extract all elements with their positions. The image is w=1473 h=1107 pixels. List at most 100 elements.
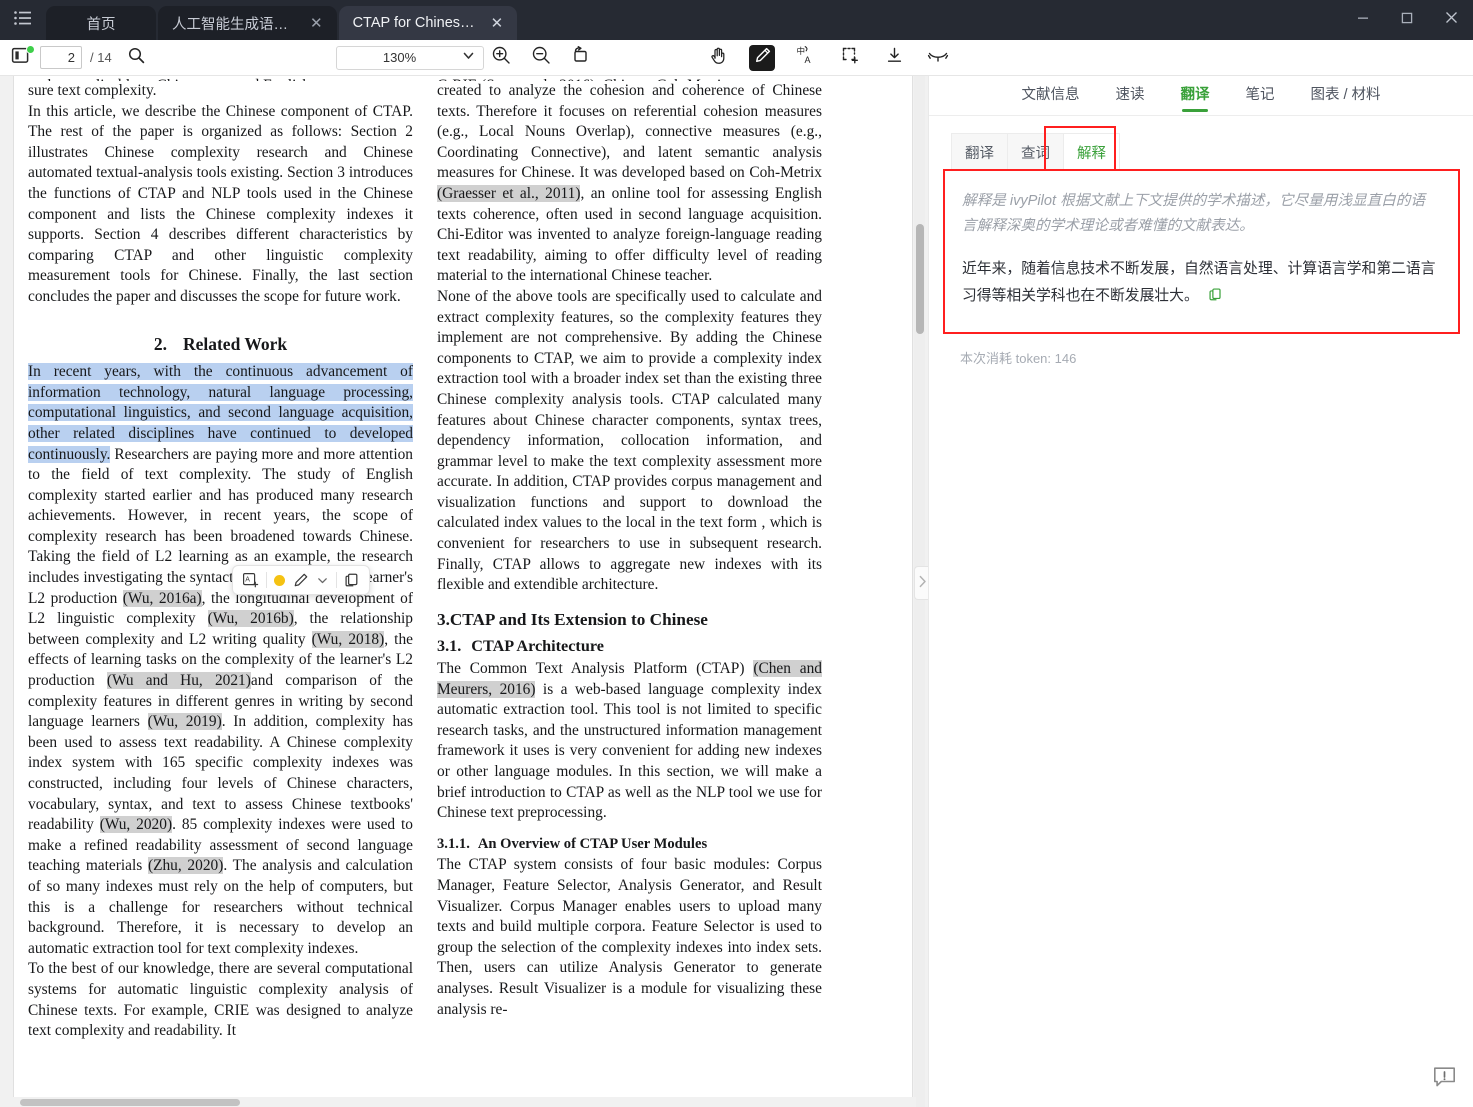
citation[interactable]: (Wu, 2018) [311, 630, 385, 648]
heading-text: Related Work [182, 333, 288, 354]
paragraph: The CTAP system consists of four basic m… [437, 856, 822, 1018]
subtab-label: 解释 [1077, 145, 1106, 162]
area-select-button[interactable] [837, 45, 863, 71]
tab-figures-materials[interactable]: 图表 / 材料 [1310, 83, 1380, 112]
hamburger-menu-button[interactable] [0, 0, 46, 40]
eye-off-button[interactable] [925, 45, 951, 71]
translate-button[interactable]: 中 A [793, 45, 819, 71]
tab-ctap-paper[interactable]: CTAP for Chinese: A li... ✕ [338, 6, 518, 40]
copy-icon[interactable] [1208, 285, 1223, 312]
scrollbar-thumb[interactable] [915, 224, 924, 334]
paragraph: In this article, we describe the Chinese… [28, 102, 413, 305]
pen-annotate-button[interactable] [749, 44, 775, 71]
pdf-toolbar-left: / 14 [0, 44, 150, 71]
tab-label: 翻译 [1180, 87, 1210, 103]
rotate-page-icon [571, 45, 591, 70]
paragraph: created to analyze the cohesion and cohe… [437, 81, 822, 287]
pdf-right-column: C-RIE (Sung et al., 2016). Chinese Coh-M… [437, 76, 822, 1107]
heading-text: An Overview of CTAP User Modules [477, 835, 708, 852]
highlight-pen-icon[interactable] [292, 572, 309, 589]
subsection-heading-3-1-1: 3.1.1. An Overview of CTAP User Modules [437, 834, 822, 855]
citation[interactable]: (Wu, 2016a) [122, 589, 202, 607]
chevron-down-icon[interactable] [316, 574, 329, 587]
maximize-button[interactable] [1385, 0, 1429, 40]
tab-quick-read[interactable]: 速读 [1115, 83, 1144, 112]
citation[interactable]: (Wu, 2016b) [207, 610, 294, 628]
search-icon [128, 47, 145, 69]
chevron-right-icon [918, 575, 927, 591]
svg-text:A: A [245, 576, 250, 583]
zoom-out-button[interactable] [528, 45, 554, 71]
hand-tool-button[interactable] [705, 45, 731, 71]
translate-selection-icon[interactable]: A [242, 572, 259, 589]
citation[interactable]: (Wu, 2019) [147, 713, 222, 731]
paragraph: None of the above tools are specifically… [437, 287, 822, 594]
eye-off-icon [927, 46, 949, 70]
body-text: is a web-based language complexity index… [437, 680, 822, 822]
pdf-horizontal-scrollbar[interactable] [0, 1097, 916, 1107]
feedback-bubble-icon [1432, 1065, 1457, 1095]
translate-icon: 中 A [796, 45, 816, 70]
citation[interactable]: (Zhu, 2020) [147, 857, 224, 875]
tab-label: 速读 [1115, 87, 1145, 103]
close-icon[interactable]: ✕ [491, 16, 504, 31]
explain-result-wrapper: 解释是 ivyPilot 根据文献上下文提供的学术描述，它尽量用浅显直白的语言解… [943, 169, 1460, 367]
selection-annotation-toolbar[interactable]: A [232, 565, 370, 595]
feedback-button[interactable] [1429, 1065, 1459, 1095]
zoom-select[interactable]: 130% [336, 45, 484, 70]
page-number-input[interactable] [40, 46, 82, 69]
citation[interactable]: (Graesser et al., 2011) [437, 184, 581, 202]
explain-answer-text: 近年来，随着信息技术不断发展，自然语言处理、计算语言学和第二语言习得等相关学科也… [962, 256, 1436, 312]
tab-notes[interactable]: 笔记 [1245, 83, 1274, 112]
tab-ai-paper[interactable]: 人工智能生成语言与... ✕ [158, 6, 337, 40]
heading-number: 2. [153, 333, 167, 354]
tab-label: 图表 / 材料 [1310, 87, 1381, 103]
answer-content: 近年来，随着信息技术不断发展，自然语言处理、计算语言学和第二语言习得等相关学科也… [962, 261, 1436, 304]
panel-collapse-handle[interactable] [914, 566, 928, 600]
close-window-button[interactable] [1429, 0, 1473, 40]
tab-doc-info[interactable]: 文献信息 [1021, 83, 1079, 112]
thumbnail-panel-button[interactable] [8, 44, 35, 70]
tab-translate[interactable]: 翻译 [1180, 83, 1209, 112]
hand-tool-icon [709, 46, 728, 70]
body-text: created to analyze the cohesion and cohe… [437, 82, 822, 182]
zoom-in-icon [491, 45, 511, 70]
paragraph-with-selection: In recent years, with the continuous adv… [28, 362, 413, 959]
page-total-label: / 14 [90, 50, 112, 65]
zoom-in-button[interactable] [488, 45, 514, 71]
download-button[interactable] [881, 45, 907, 71]
explain-result-box: 解释是 ivyPilot 根据文献上下文提供的学术描述，它尽量用浅显直白的语言解… [943, 169, 1460, 334]
section-heading-3: 3.CTAP and Its Extension to Chinese [437, 610, 822, 631]
pdf-toolbar-tools-group: 中 A [705, 44, 951, 71]
tab-label: 文献信息 [1021, 87, 1080, 103]
subtab-translate[interactable]: 翻译 [951, 133, 1008, 170]
search-button[interactable] [124, 45, 150, 71]
toolbar-divider [266, 572, 267, 588]
heading-text: CTAP Architecture [471, 637, 604, 656]
explain-description: 解释是 ivyPilot 根据文献上下文提供的学术描述，它尽量用浅显直白的语言解… [962, 193, 1425, 234]
window-titlebar: 首页 人工智能生成语言与... ✕ CTAP for Chinese: A li… [0, 0, 1473, 40]
browser-tabstrip: 首页 人工智能生成语言与... ✕ CTAP for Chinese: A li… [46, 0, 519, 40]
translate-subtabs: 翻译 查词 解释 [929, 116, 1473, 180]
rotate-page-button[interactable] [568, 45, 594, 71]
scrollbar-thumb[interactable] [20, 1098, 240, 1106]
tab-home[interactable]: 首页 [46, 6, 156, 40]
close-icon[interactable]: ✕ [310, 16, 323, 31]
tab-label: 笔记 [1245, 87, 1275, 103]
assistant-side-panel: 文献信息 速读 翻译 笔记 图表 / 材料 翻译 查词 解释 解释是 ivyPi… [928, 76, 1473, 1107]
paragraph: To the best of our knowledge, there are … [28, 960, 413, 1040]
pdf-toolbar-zoom-group [488, 45, 594, 71]
tab-label: CTAP for Chinese: A li... [352, 15, 481, 31]
highlight-color-swatch[interactable] [274, 574, 285, 586]
heading-text: CTAP and Its Extension to Chinese [449, 609, 708, 629]
minimize-button[interactable] [1341, 0, 1385, 40]
subtab-explain[interactable]: 解释 [1063, 133, 1120, 170]
tab-label: 人工智能生成语言与... [172, 16, 300, 33]
citation[interactable]: (Wu, 2020) [99, 816, 173, 834]
tab-label: 首页 [86, 16, 116, 33]
subtab-lookup-word[interactable]: 查词 [1007, 133, 1064, 170]
pdf-viewer-pane[interactable]: ... they applicable to Chinese text and … [0, 76, 928, 1107]
citation[interactable]: (Wu and Hu, 2021) [106, 672, 251, 690]
window-controls [1341, 0, 1473, 40]
copy-icon[interactable] [344, 572, 360, 588]
